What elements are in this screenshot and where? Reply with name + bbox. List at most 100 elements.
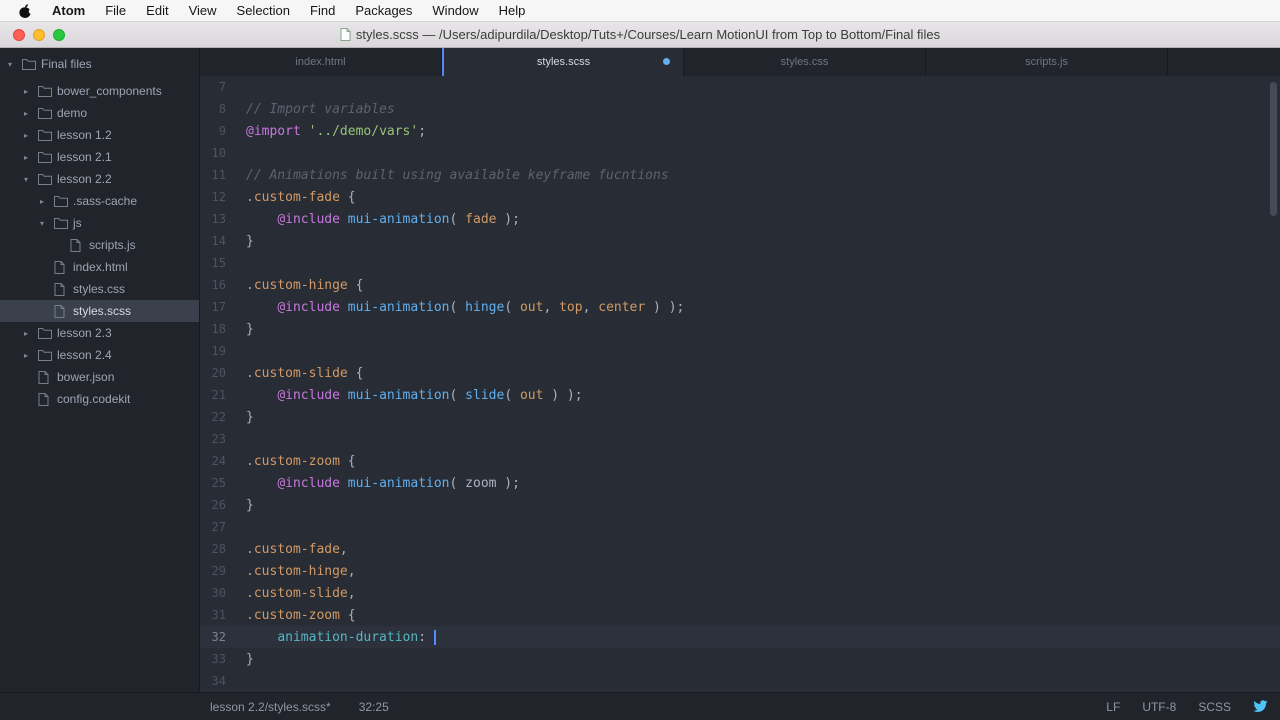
menu-help[interactable]: Help bbox=[489, 3, 536, 18]
tree-item-final-files[interactable]: ▾ Final files bbox=[0, 53, 199, 75]
tab-scripts.js[interactable]: scripts.js bbox=[926, 48, 1168, 76]
tree-item-.sass-cache[interactable]: ▸ .sass-cache bbox=[0, 190, 199, 212]
tree-item-config.codekit[interactable]: config.codekit bbox=[0, 388, 199, 410]
status-grammar[interactable]: SCSS bbox=[1198, 700, 1231, 714]
code-line-14[interactable]: 14} bbox=[200, 230, 1280, 252]
line-number: 28 bbox=[211, 542, 226, 556]
code-line-7[interactable]: 7 bbox=[200, 76, 1280, 98]
code-line-17[interactable]: 17 @include mui-animation( hinge( out, t… bbox=[200, 296, 1280, 318]
line-number: 20 bbox=[211, 366, 226, 380]
line-number: 21 bbox=[211, 388, 226, 402]
menu-packages[interactable]: Packages bbox=[345, 3, 422, 18]
tree-item-lesson-2.3[interactable]: ▸ lesson 2.3 bbox=[0, 322, 199, 344]
status-bar: lesson 2.2/styles.scss* 32:25 LF UTF-8 S… bbox=[0, 692, 1280, 720]
code-line-22[interactable]: 22} bbox=[200, 406, 1280, 428]
status-line-ending[interactable]: LF bbox=[1106, 700, 1120, 714]
status-file-path[interactable]: lesson 2.2/styles.scss* bbox=[210, 700, 331, 714]
tree-item-index.html[interactable]: index.html bbox=[0, 256, 199, 278]
code-line-31[interactable]: 31 .custom-zoom { bbox=[200, 604, 1280, 626]
scrollbar-thumb[interactable] bbox=[1270, 82, 1277, 216]
code-line-32[interactable]: 32 animation-duration: bbox=[200, 626, 1280, 648]
chevron-right-icon[interactable]: ▸ bbox=[24, 351, 38, 360]
code-line-10[interactable]: 10 bbox=[200, 142, 1280, 164]
chevron-right-icon[interactable]: ▸ bbox=[24, 131, 38, 140]
tree-item-lesson-2.2[interactable]: ▾ lesson 2.2 bbox=[0, 168, 199, 190]
folder-icon bbox=[54, 217, 71, 229]
code-text: @include mui-animation( slide( out ) ); bbox=[277, 387, 583, 403]
chevron-right-icon[interactable]: ▸ bbox=[24, 153, 38, 162]
close-button[interactable] bbox=[13, 29, 25, 41]
code-line-9[interactable]: 9 @import '../demo/vars'; bbox=[200, 120, 1280, 142]
tree-item-bower.json[interactable]: bower.json bbox=[0, 366, 199, 388]
code-line-28[interactable]: 28 .custom-fade, bbox=[200, 538, 1280, 560]
menu-view[interactable]: View bbox=[179, 3, 227, 18]
minimize-button[interactable] bbox=[33, 29, 45, 41]
tree-item-lesson-1.2[interactable]: ▸ lesson 1.2 bbox=[0, 124, 199, 146]
line-number: 32 bbox=[211, 630, 226, 644]
menu-atom[interactable]: Atom bbox=[42, 3, 95, 18]
status-encoding[interactable]: UTF-8 bbox=[1142, 700, 1176, 714]
chevron-down-icon[interactable]: ▾ bbox=[40, 219, 54, 228]
chevron-right-icon[interactable]: ▸ bbox=[40, 197, 54, 206]
code-line-11[interactable]: 11 // Animations built using available ke… bbox=[200, 164, 1280, 186]
text-cursor bbox=[433, 629, 436, 645]
tree-item-demo[interactable]: ▸ demo bbox=[0, 102, 199, 124]
code-line-33[interactable]: 33} bbox=[200, 648, 1280, 670]
chevron-right-icon[interactable]: ▸ bbox=[24, 329, 38, 338]
tree-item-scripts.js[interactable]: scripts.js bbox=[0, 234, 199, 256]
apple-menu[interactable] bbox=[0, 3, 42, 19]
code-line-34[interactable]: 34 bbox=[200, 670, 1280, 692]
package-bird-icon[interactable] bbox=[1253, 700, 1268, 713]
code-line-20[interactable]: 20 .custom-slide { bbox=[200, 362, 1280, 384]
tab-styles.scss[interactable]: styles.scss bbox=[442, 48, 684, 76]
tab-label: index.html bbox=[295, 56, 346, 68]
tree-item-label: .sass-cache bbox=[73, 194, 138, 208]
line-number: 11 bbox=[211, 168, 226, 182]
line-number: 25 bbox=[211, 476, 226, 490]
menu-window[interactable]: Window bbox=[422, 3, 488, 18]
menu-find[interactable]: Find bbox=[300, 3, 345, 18]
code-line-12[interactable]: 12 .custom-fade { bbox=[200, 186, 1280, 208]
code-line-15[interactable]: 15 bbox=[200, 252, 1280, 274]
window-title-text: styles.scss — /Users/adipurdila/Desktop/… bbox=[355, 27, 941, 42]
document-icon bbox=[340, 28, 351, 41]
code-line-27[interactable]: 27 bbox=[200, 516, 1280, 538]
tree-item-lesson-2.4[interactable]: ▸ lesson 2.4 bbox=[0, 344, 199, 366]
status-cursor-position[interactable]: 32:25 bbox=[359, 700, 389, 714]
tree-item-lesson-2.1[interactable]: ▸ lesson 2.1 bbox=[0, 146, 199, 168]
chevron-right-icon[interactable]: ▸ bbox=[24, 109, 38, 118]
tree-item-js[interactable]: ▾ js bbox=[0, 212, 199, 234]
tab-index.html[interactable]: index.html bbox=[200, 48, 442, 76]
title-bar[interactable]: styles.scss — /Users/adipurdila/Desktop/… bbox=[0, 22, 1280, 48]
code-line-26[interactable]: 26} bbox=[200, 494, 1280, 516]
menu-file[interactable]: File bbox=[95, 3, 136, 18]
line-number: 29 bbox=[211, 564, 226, 578]
code-line-29[interactable]: 29 .custom-hinge, bbox=[200, 560, 1280, 582]
menu-edit[interactable]: Edit bbox=[136, 3, 178, 18]
chevron-down-icon[interactable]: ▾ bbox=[8, 60, 22, 69]
menu-selection[interactable]: Selection bbox=[227, 3, 300, 18]
editor[interactable]: 7 8 // Import variables 9 @import '../demo/v… bbox=[200, 76, 1280, 692]
code-line-21[interactable]: 21 @include mui-animation( slide( out ) … bbox=[200, 384, 1280, 406]
chevron-down-icon[interactable]: ▾ bbox=[24, 175, 38, 184]
code-line-23[interactable]: 23 bbox=[200, 428, 1280, 450]
tree-item-label: lesson 2.3 bbox=[57, 326, 112, 340]
code-line-16[interactable]: 16 .custom-hinge { bbox=[200, 274, 1280, 296]
code-line-24[interactable]: 24 .custom-zoom { bbox=[200, 450, 1280, 472]
tree-item-bower-components[interactable]: ▸ bower_components bbox=[0, 80, 199, 102]
tree-item-label: js bbox=[73, 216, 82, 230]
tab-styles.css[interactable]: styles.css bbox=[684, 48, 926, 76]
zoom-button[interactable] bbox=[53, 29, 65, 41]
tree-item-styles.css[interactable]: styles.css bbox=[0, 278, 199, 300]
chevron-right-icon[interactable]: ▸ bbox=[24, 87, 38, 96]
code-line-30[interactable]: 30 .custom-slide, bbox=[200, 582, 1280, 604]
tree-item-styles.scss[interactable]: styles.scss bbox=[0, 300, 199, 322]
code-line-25[interactable]: 25 @include mui-animation( zoom ); bbox=[200, 472, 1280, 494]
code-text: .custom-hinge, bbox=[246, 563, 356, 579]
code-line-8[interactable]: 8 // Import variables bbox=[200, 98, 1280, 120]
code-line-19[interactable]: 19 bbox=[200, 340, 1280, 362]
code-line-18[interactable]: 18} bbox=[200, 318, 1280, 340]
tree-item-label: index.html bbox=[73, 260, 128, 274]
code-text: @include mui-animation( hinge( out, top,… bbox=[277, 299, 685, 315]
code-line-13[interactable]: 13 @include mui-animation( fade ); bbox=[200, 208, 1280, 230]
